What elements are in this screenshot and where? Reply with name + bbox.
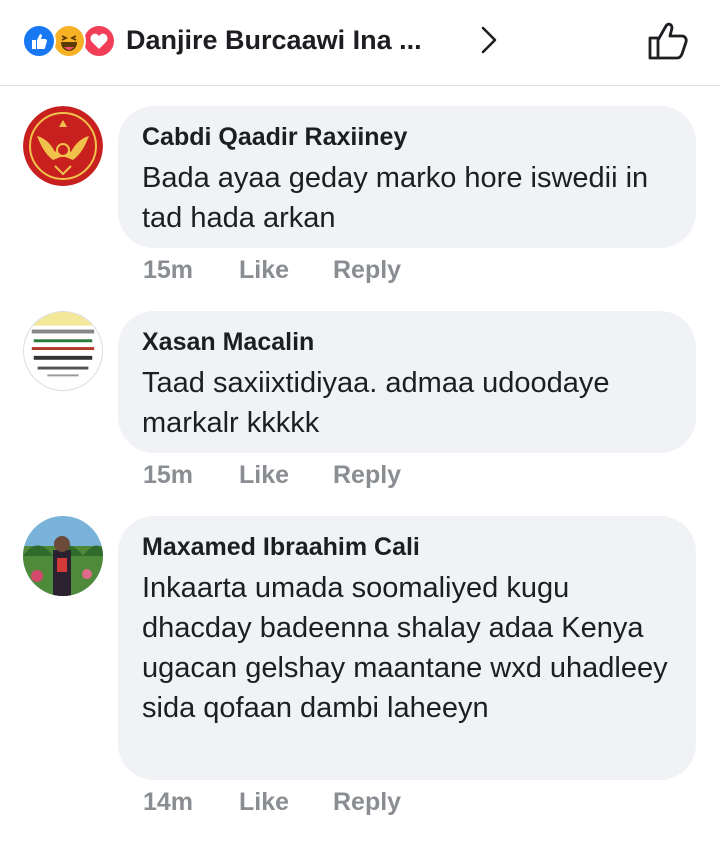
like-reaction-icon [22,24,56,58]
reaction-summary[interactable] [22,22,122,58]
reply-button[interactable]: Reply [333,255,401,285]
comment-text: Taad saxiixtidiyaa. admaa udoodaye marka… [142,367,610,439]
comment-bubble: Maxamed Ibraahim Cali Inkaarta umada soo… [118,516,696,780]
haha-reaction-icon [52,24,86,58]
chevron-right-icon[interactable] [474,22,504,58]
love-reaction-icon [82,24,116,58]
avatar[interactable] [23,106,103,186]
avatar[interactable] [23,516,103,596]
reply-button[interactable]: Reply [333,460,401,490]
comment-time[interactable]: 15m [143,255,239,285]
comment-author[interactable]: Cabdi Qaadir Raxiiney [142,122,672,152]
comment-time[interactable]: 14m [143,787,239,817]
like-button[interactable]: Like [239,787,333,817]
comment-time[interactable]: 15m [143,460,239,490]
comment-actions: 14m Like Reply [143,787,401,817]
comment-actions: 15m Like Reply [143,460,401,490]
comment-author[interactable]: Maxamed Ibraahim Cali [142,532,672,562]
reply-button[interactable]: Reply [333,787,401,817]
comment-actions: 15m Like Reply [143,255,401,285]
like-button[interactable]: Like [239,255,333,285]
page-title[interactable]: Danjire Burcaawi Ina ... [126,22,422,58]
comment-bubble: Xasan Macalin Taad saxiixtidiyaa. admaa … [118,311,696,453]
comment-text: Bada ayaa geday marko hore iswedii in ta… [142,162,649,234]
like-page-icon[interactable] [646,18,692,62]
comment-author[interactable]: Xasan Macalin [142,327,672,357]
like-button[interactable]: Like [239,460,333,490]
comment-bubble: Cabdi Qaadir Raxiiney Bada ayaa geday ma… [118,106,696,248]
comment-text: Inkaarta umada soomaliyed kugu dhacday b… [142,572,668,724]
avatar[interactable] [23,311,103,391]
post-header: Danjire Burcaawi Ina ... [0,0,720,86]
